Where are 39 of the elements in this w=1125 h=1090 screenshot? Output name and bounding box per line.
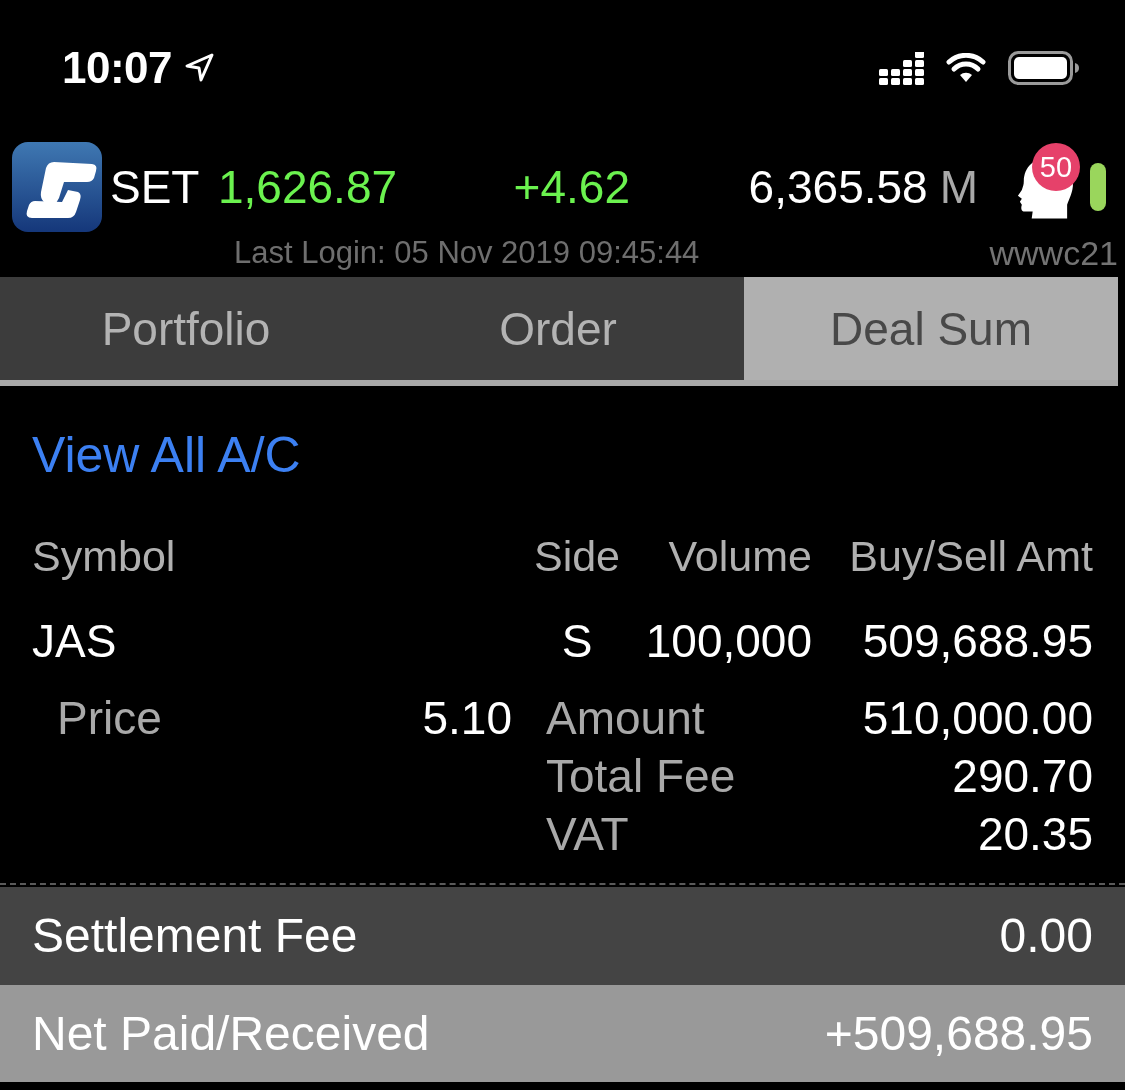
table-cell-text: JAS	[32, 614, 118, 669]
signal-icon	[879, 51, 924, 85]
charge-label: VAT	[546, 807, 629, 862]
app-logo-icon	[12, 142, 102, 232]
tab[interactable]: Portfolio	[0, 277, 372, 380]
tab[interactable]: Deal Sum	[744, 277, 1118, 380]
column-header: Buy/Sell Amt	[849, 531, 1093, 582]
index-name: SET	[110, 160, 200, 214]
location-arrow-icon	[184, 53, 215, 83]
status-indicator-icon	[1090, 163, 1106, 211]
index-change: +4.62	[513, 160, 630, 214]
table-cell-text: S	[561, 614, 593, 669]
summary-label: Settlement Fee	[32, 908, 358, 964]
status-time: 10:07	[62, 43, 173, 93]
column-header: Volume	[668, 531, 812, 582]
last-login-text: Last Login: 05 Nov 2019 09:45:44	[234, 238, 700, 268]
column-header: Symbol	[32, 531, 177, 582]
summary-value: 0.00	[999, 908, 1093, 964]
table-cell-text: 509,688.95	[862, 614, 1093, 669]
wifi-icon	[946, 53, 986, 83]
price-label: Price	[57, 691, 162, 746]
column-header: Side	[533, 531, 621, 582]
charge-value: 510,000.00	[862, 691, 1093, 746]
view-all-link[interactable]: View All A/C	[32, 425, 301, 485]
index-value: 1,626.87	[218, 160, 398, 214]
charge-label: Total Fee	[546, 749, 736, 804]
price-value: 5.10	[422, 691, 512, 746]
turnover-unit: M	[939, 160, 978, 214]
summary-value: +509,688.95	[824, 1005, 1093, 1062]
turnover-value: 6,365.58	[748, 160, 928, 214]
notification-badge[interactable]: 50	[1032, 143, 1080, 191]
charge-label: Amount	[546, 691, 705, 746]
username: wwwc21	[989, 238, 1118, 268]
table-cell-text: 100,000	[645, 614, 812, 669]
battery-icon	[1008, 51, 1080, 85]
tab[interactable]: Order	[372, 277, 744, 380]
charge-value: 20.35	[977, 807, 1093, 862]
summary-label: Net Paid/Received	[32, 1005, 430, 1062]
charge-value: 290.70	[952, 749, 1093, 804]
